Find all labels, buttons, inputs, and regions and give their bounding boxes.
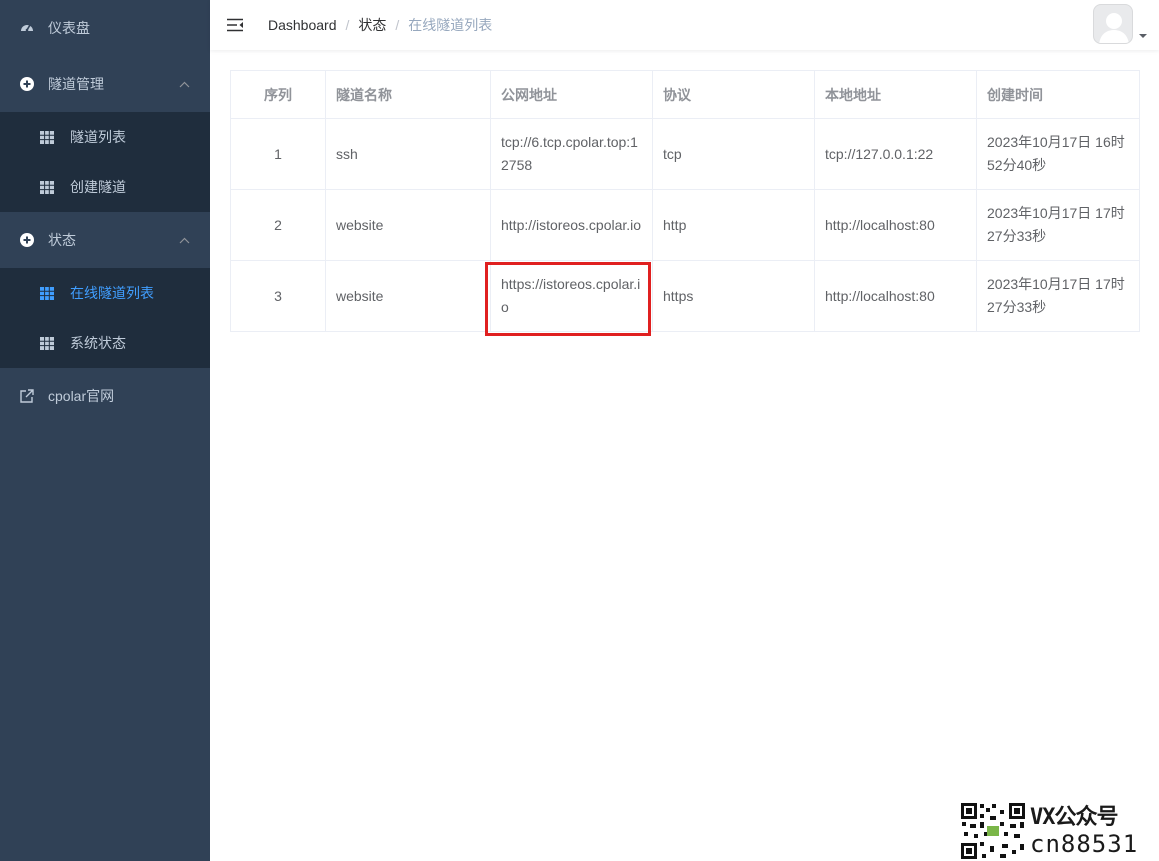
sidebar-item-label: 隧道列表 (70, 129, 126, 145)
user-silhouette-icon (1099, 13, 1129, 43)
cell-name: ssh (325, 118, 491, 190)
qr-code-icon (960, 802, 1026, 860)
menu-item-dashboard[interactable]: 仪表盘 (0, 0, 210, 56)
column-header-name: 隧道名称 (325, 70, 491, 119)
navbar: Dashboard / 状态 / 在线隧道列表 (210, 0, 1159, 50)
breadcrumb-current: 在线隧道列表 (408, 17, 493, 33)
online-tunnel-table: 序列 隧道名称 公网地址 协议 本地地址 创建时间 1 ssh tcp://6.… (230, 70, 1140, 332)
watermark-line2: cn88531 (1030, 830, 1139, 858)
breadcrumb-separator: / (345, 17, 350, 33)
cell-public-url: https://istoreos.cpolar.io (490, 260, 653, 332)
sidebar: 仪表盘 隧道管理 隧道列表 创建隧道 状态 在线隧道列表 系统状态 cpolar… (0, 0, 210, 861)
table-icon (40, 336, 54, 350)
menu-item-tunnel-management[interactable]: 隧道管理 (0, 56, 210, 112)
breadcrumb: Dashboard / 状态 / 在线隧道列表 (268, 15, 492, 35)
cell-index: 2 (230, 189, 326, 261)
caret-down-icon (1139, 34, 1147, 38)
watermark-line1: VX公众号 (1030, 805, 1119, 830)
sidebar-item-label: 创建隧道 (70, 179, 126, 195)
chevron-up-icon (179, 233, 190, 247)
table-icon (40, 180, 54, 194)
cell-public-url: http://istoreos.cpolar.io (490, 189, 653, 261)
cell-name: website (325, 260, 491, 332)
table-icon (40, 130, 54, 144)
breadcrumb-status[interactable]: 状态 (358, 15, 386, 35)
chevron-up-icon (179, 77, 190, 91)
breadcrumb-dashboard[interactable]: Dashboard (268, 17, 337, 33)
watermark-text: VX公众号 cn88531 (1030, 805, 1138, 857)
cell-protocol: https (652, 260, 815, 332)
column-header-protocol: 协议 (652, 70, 815, 119)
cell-index: 3 (230, 260, 326, 332)
external-link-icon (20, 389, 34, 403)
plus-circle-icon (20, 77, 34, 91)
cell-public-url: tcp://6.tcp.cpolar.top:12758 (490, 118, 653, 190)
cell-created-time: 2023年10月17日 16时52分40秒 (976, 118, 1140, 190)
menu-label: 状态 (48, 232, 76, 248)
cell-local-address: http://localhost:80 (814, 189, 977, 261)
table-row: 1 ssh tcp://6.tcp.cpolar.top:12758 tcp t… (230, 118, 1140, 190)
cell-created-time: 2023年10月17日 17时27分33秒 (976, 260, 1140, 332)
hamburger-icon[interactable] (227, 17, 243, 33)
submenu-status: 在线隧道列表 系统状态 (0, 268, 210, 368)
cell-protocol: http (652, 189, 815, 261)
submenu-tunnel-management: 隧道列表 创建隧道 (0, 112, 210, 212)
menu-label: 隧道管理 (48, 76, 104, 92)
cell-created-time: 2023年10月17日 17时27分33秒 (976, 189, 1140, 261)
menu-label: 仪表盘 (48, 20, 90, 36)
table-header-row: 序列 隧道名称 公网地址 协议 本地地址 创建时间 (230, 70, 1140, 119)
cell-local-address: tcp://127.0.0.1:22 (814, 118, 977, 190)
sidebar-item-label: 系统状态 (70, 335, 126, 351)
plus-circle-icon (20, 233, 34, 247)
watermark: VX公众号 cn88531 (960, 801, 1159, 861)
dashboard-icon (20, 21, 34, 35)
column-header-created-time: 创建时间 (976, 70, 1140, 119)
cell-local-address: http://localhost:80 (814, 260, 977, 332)
cell-name: website (325, 189, 491, 261)
avatar[interactable] (1093, 4, 1133, 44)
menu-item-cpolar-website[interactable]: cpolar官网 (0, 368, 210, 424)
user-menu[interactable] (1093, 4, 1147, 44)
sidebar-item-create-tunnel[interactable]: 创建隧道 (0, 162, 210, 212)
column-header-public-url: 公网地址 (490, 70, 653, 119)
breadcrumb-separator: / (395, 17, 400, 33)
cell-index: 1 (230, 118, 326, 190)
menu-label: cpolar官网 (48, 388, 115, 404)
sidebar-item-system-status[interactable]: 系统状态 (0, 318, 210, 368)
sidebar-item-tunnel-list[interactable]: 隧道列表 (0, 112, 210, 162)
menu-item-status[interactable]: 状态 (0, 212, 210, 268)
table-row: 2 website http://istoreos.cpolar.io http… (230, 189, 1140, 261)
table-icon (40, 286, 54, 300)
cell-protocol: tcp (652, 118, 815, 190)
sidebar-item-label: 在线隧道列表 (70, 285, 154, 301)
table-row: 3 website https://istoreos.cpolar.io htt… (230, 260, 1140, 332)
column-header-local-address: 本地地址 (814, 70, 977, 119)
sidebar-item-online-tunnels[interactable]: 在线隧道列表 (0, 268, 210, 318)
column-header-index: 序列 (230, 70, 326, 119)
